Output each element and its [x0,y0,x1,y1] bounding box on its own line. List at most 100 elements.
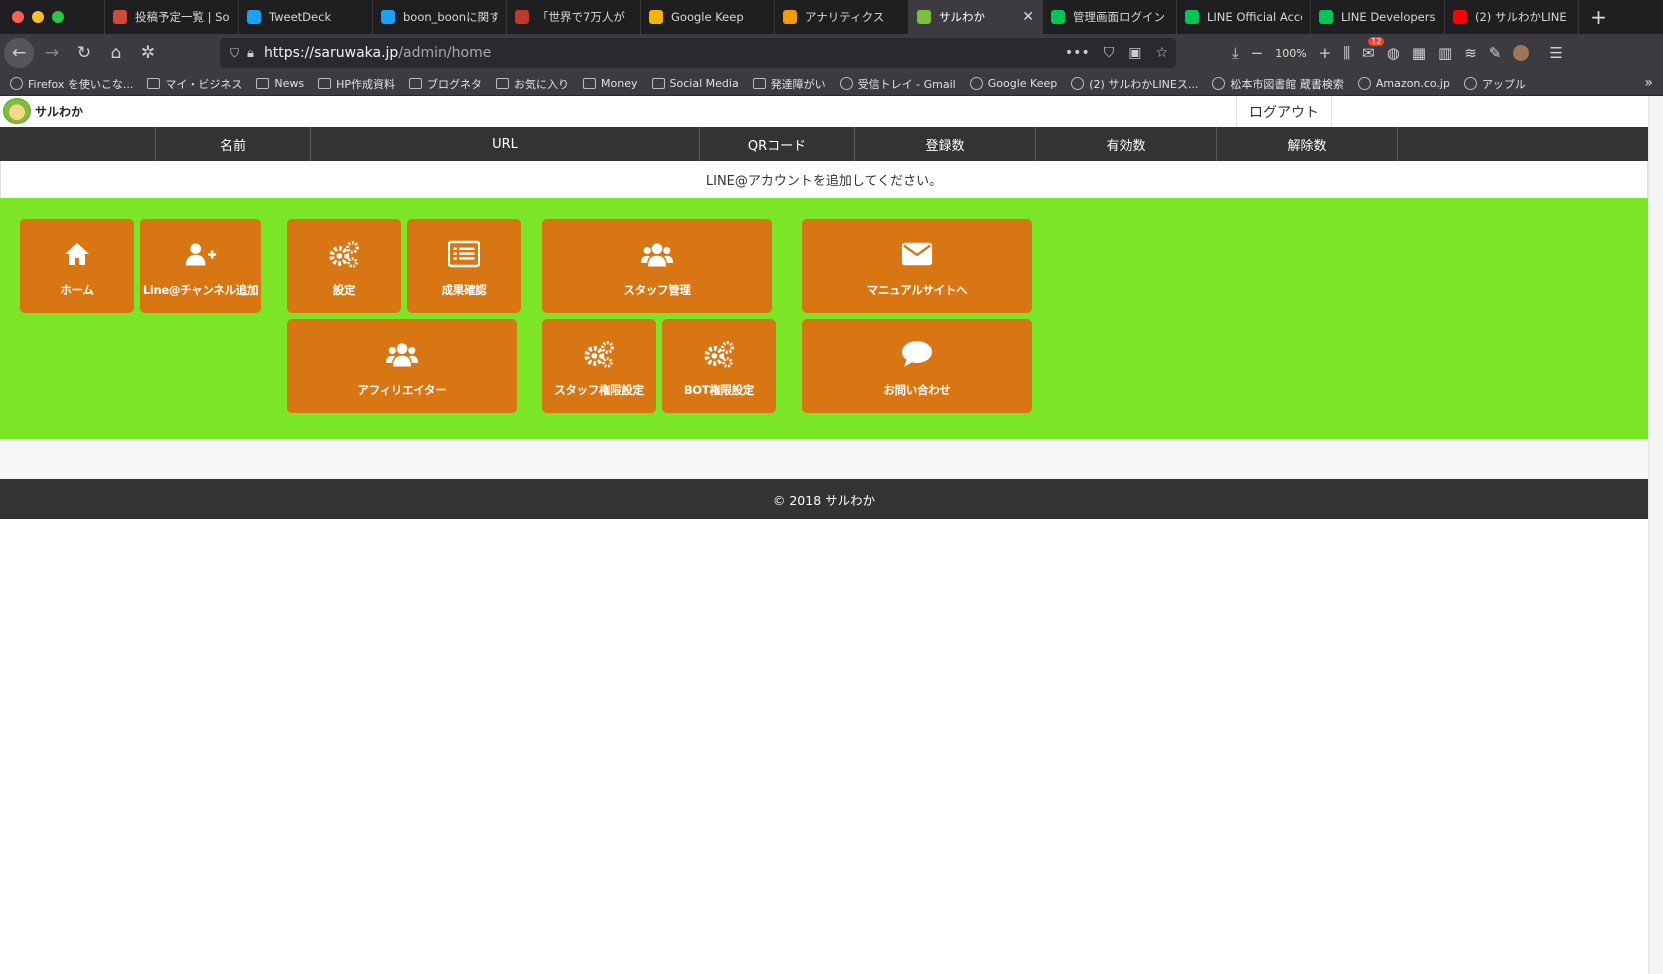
site-header: サルわか ログアウト [0,96,1648,127]
window-controls [0,0,104,34]
column-header-blank [0,127,156,161]
browser-tab[interactable]: 「世界で7万人が [506,0,640,34]
bookmark-item[interactable]: 松本市図書館 蔵書検索 [1212,76,1344,92]
browser-tab-bar: 投稿予定一覧 | So TweetDeck boon_boonに関す 「世界で7万人が… [0,0,1663,34]
bookmark-item[interactable]: アップル [1463,76,1526,92]
bookmark-item[interactable]: HP作成資料 [318,76,395,92]
chat-icon [901,338,933,370]
bookmark-label: News [274,77,305,90]
download-icon[interactable]: ⤓ [1232,44,1239,62]
browser-tab[interactable]: Google Keep [640,0,774,34]
pocket-icon[interactable]: ⛉ [1104,45,1115,61]
tile-label: お問い合わせ [883,383,951,397]
site-footer: © 2018 サルわか [0,479,1648,519]
bookmark-item[interactable]: Firefox を使いこな... [10,76,133,92]
zoom-level[interactable]: 100% [1275,47,1306,60]
tab-title: アナリティクス [805,10,885,24]
zoom-out-icon[interactable]: − [1251,44,1264,62]
logout-button[interactable]: ログアウト [1236,96,1332,127]
zoom-in-icon[interactable]: + [1319,44,1332,62]
accounts-table-header: 名前 URL QRコード 登録数 有効数 解除数 [0,127,1648,161]
tile-staff-permissions[interactable]: スタッフ権限設定 [542,319,656,413]
bookmarks-bar: Firefox を使いこな... マイ・ビジネス News HP作成資料 ブログネタ お気… [0,72,1663,96]
folder-icon [583,78,597,89]
gears-icon [583,338,615,370]
eyedropper-icon[interactable]: ✎ [1489,44,1502,62]
gears-icon [328,238,360,270]
browser-tab[interactable]: 投稿予定一覧 | So [104,0,238,34]
tile-label: 成果確認 [441,283,487,297]
bookmark-item[interactable]: Social Media [651,76,739,92]
notifications-icon[interactable]: ✉ 12 [1362,37,1385,62]
folder-icon [318,78,332,89]
tile-bot-permissions[interactable]: BOT権限設定 [662,319,776,413]
bookmark-item[interactable]: News [256,76,304,92]
browser-tab[interactable]: LINE Official Acco [1176,0,1310,34]
tile-manual-site[interactable]: マニュアルサイトへ [802,219,1032,313]
chevron-right-icon[interactable]: » [1644,75,1653,91]
tile-settings[interactable]: 設定 [287,219,401,313]
bookmark-star-icon[interactable]: ☆ [1155,45,1168,61]
browser-tab[interactable]: (2) サルわかLINE [1444,0,1578,34]
site-logo[interactable]: サルわか [3,98,83,124]
close-window-button[interactable] [12,11,24,23]
tile-add-channel[interactable]: Line@チャンネル追加 [140,219,261,313]
screenshot-icon[interactable]: ▣ [1128,45,1141,61]
menu-icon[interactable]: ☰ [1549,44,1562,62]
close-tab-icon[interactable]: ✕ [1022,9,1034,25]
minimize-window-button[interactable] [32,11,44,23]
browser-tab[interactable]: boon_boonに関す [372,0,506,34]
bookmark-item[interactable]: (2) サルわかLINEス... [1071,76,1198,92]
back-button[interactable]: ← [4,38,34,68]
tile-affiliater[interactable]: アフィリエイター [287,319,517,413]
extension-icon[interactable]: ▦ [1412,44,1426,62]
bookmark-item[interactable]: 発達障がい [752,76,826,92]
toolbar-right: ⤓ − 100% + ⫼ ✉ 12 ◍ ▦ ▥ ≋ ✎ ☰ [1232,34,1563,72]
avatar[interactable] [1513,45,1530,61]
browser-tab[interactable]: 管理画面ログイン [1042,0,1176,34]
bookmark-item[interactable]: マイ・ビジネス [147,76,242,92]
page-scrollbar[interactable] [1648,96,1663,974]
tile-home[interactable]: ホーム [20,219,134,313]
firefox-icon [10,77,23,90]
browser-tab[interactable]: TweetDeck [238,0,372,34]
page-actions-icon[interactable]: ••• [1065,45,1090,61]
layers-icon[interactable]: ≋ [1464,44,1477,62]
tile-staff-management[interactable]: スタッフ管理 [542,219,772,313]
bookmark-item[interactable]: お気に入り [496,76,569,92]
browser-tab[interactable]: サルわか ✕ [908,0,1042,34]
column-header-qr: QRコード [700,127,855,161]
users-icon [641,238,673,270]
maximize-window-button[interactable] [52,11,64,23]
new-tab-button[interactable]: + [1578,0,1618,34]
bookmark-item[interactable]: Money [583,76,638,92]
bookmark-label: HP作成資料 [336,77,396,91]
browser-tab[interactable]: アナリティクス [774,0,908,34]
bookmark-item[interactable]: Google Keep [969,76,1057,92]
sidebar-icon[interactable]: ▥ [1438,44,1452,62]
library-icon[interactable]: ⫼ [1343,44,1350,62]
tile-results[interactable]: 成果確認 [407,219,521,313]
customize-button[interactable]: ✲ [132,37,164,69]
reload-button[interactable]: ↻ [68,37,100,69]
bookmark-item[interactable]: Amazon.co.jp [1357,76,1450,92]
folder-icon [752,78,766,89]
url-path: /admin/home [398,45,492,61]
tab-title: boon_boonに関す [403,10,498,24]
spacer-band [0,439,1648,479]
forward-button[interactable]: → [36,37,68,69]
browser-tab[interactable]: LINE Developers [1310,0,1444,34]
socialdog-icon [113,10,127,24]
list-icon [448,238,480,270]
youtube-icon [1453,10,1467,24]
tile-contact[interactable]: お問い合わせ [802,319,1032,413]
home-button[interactable]: ⌂ [100,37,132,69]
bookmark-item[interactable]: ブログネタ [409,76,482,92]
tab-title: (2) サルわかLINE [1475,10,1567,24]
home-icon [61,238,93,270]
evernote-icon[interactable]: ◍ [1387,44,1400,62]
bookmark-item[interactable]: 受信トレイ - Gmail [839,76,956,92]
amazon-icon [1357,77,1371,90]
address-bar[interactable]: ⛉ 🔒︎ https://saruwaka.jp/admin/home ••• … [220,38,1176,68]
google-keep-icon [969,77,983,90]
